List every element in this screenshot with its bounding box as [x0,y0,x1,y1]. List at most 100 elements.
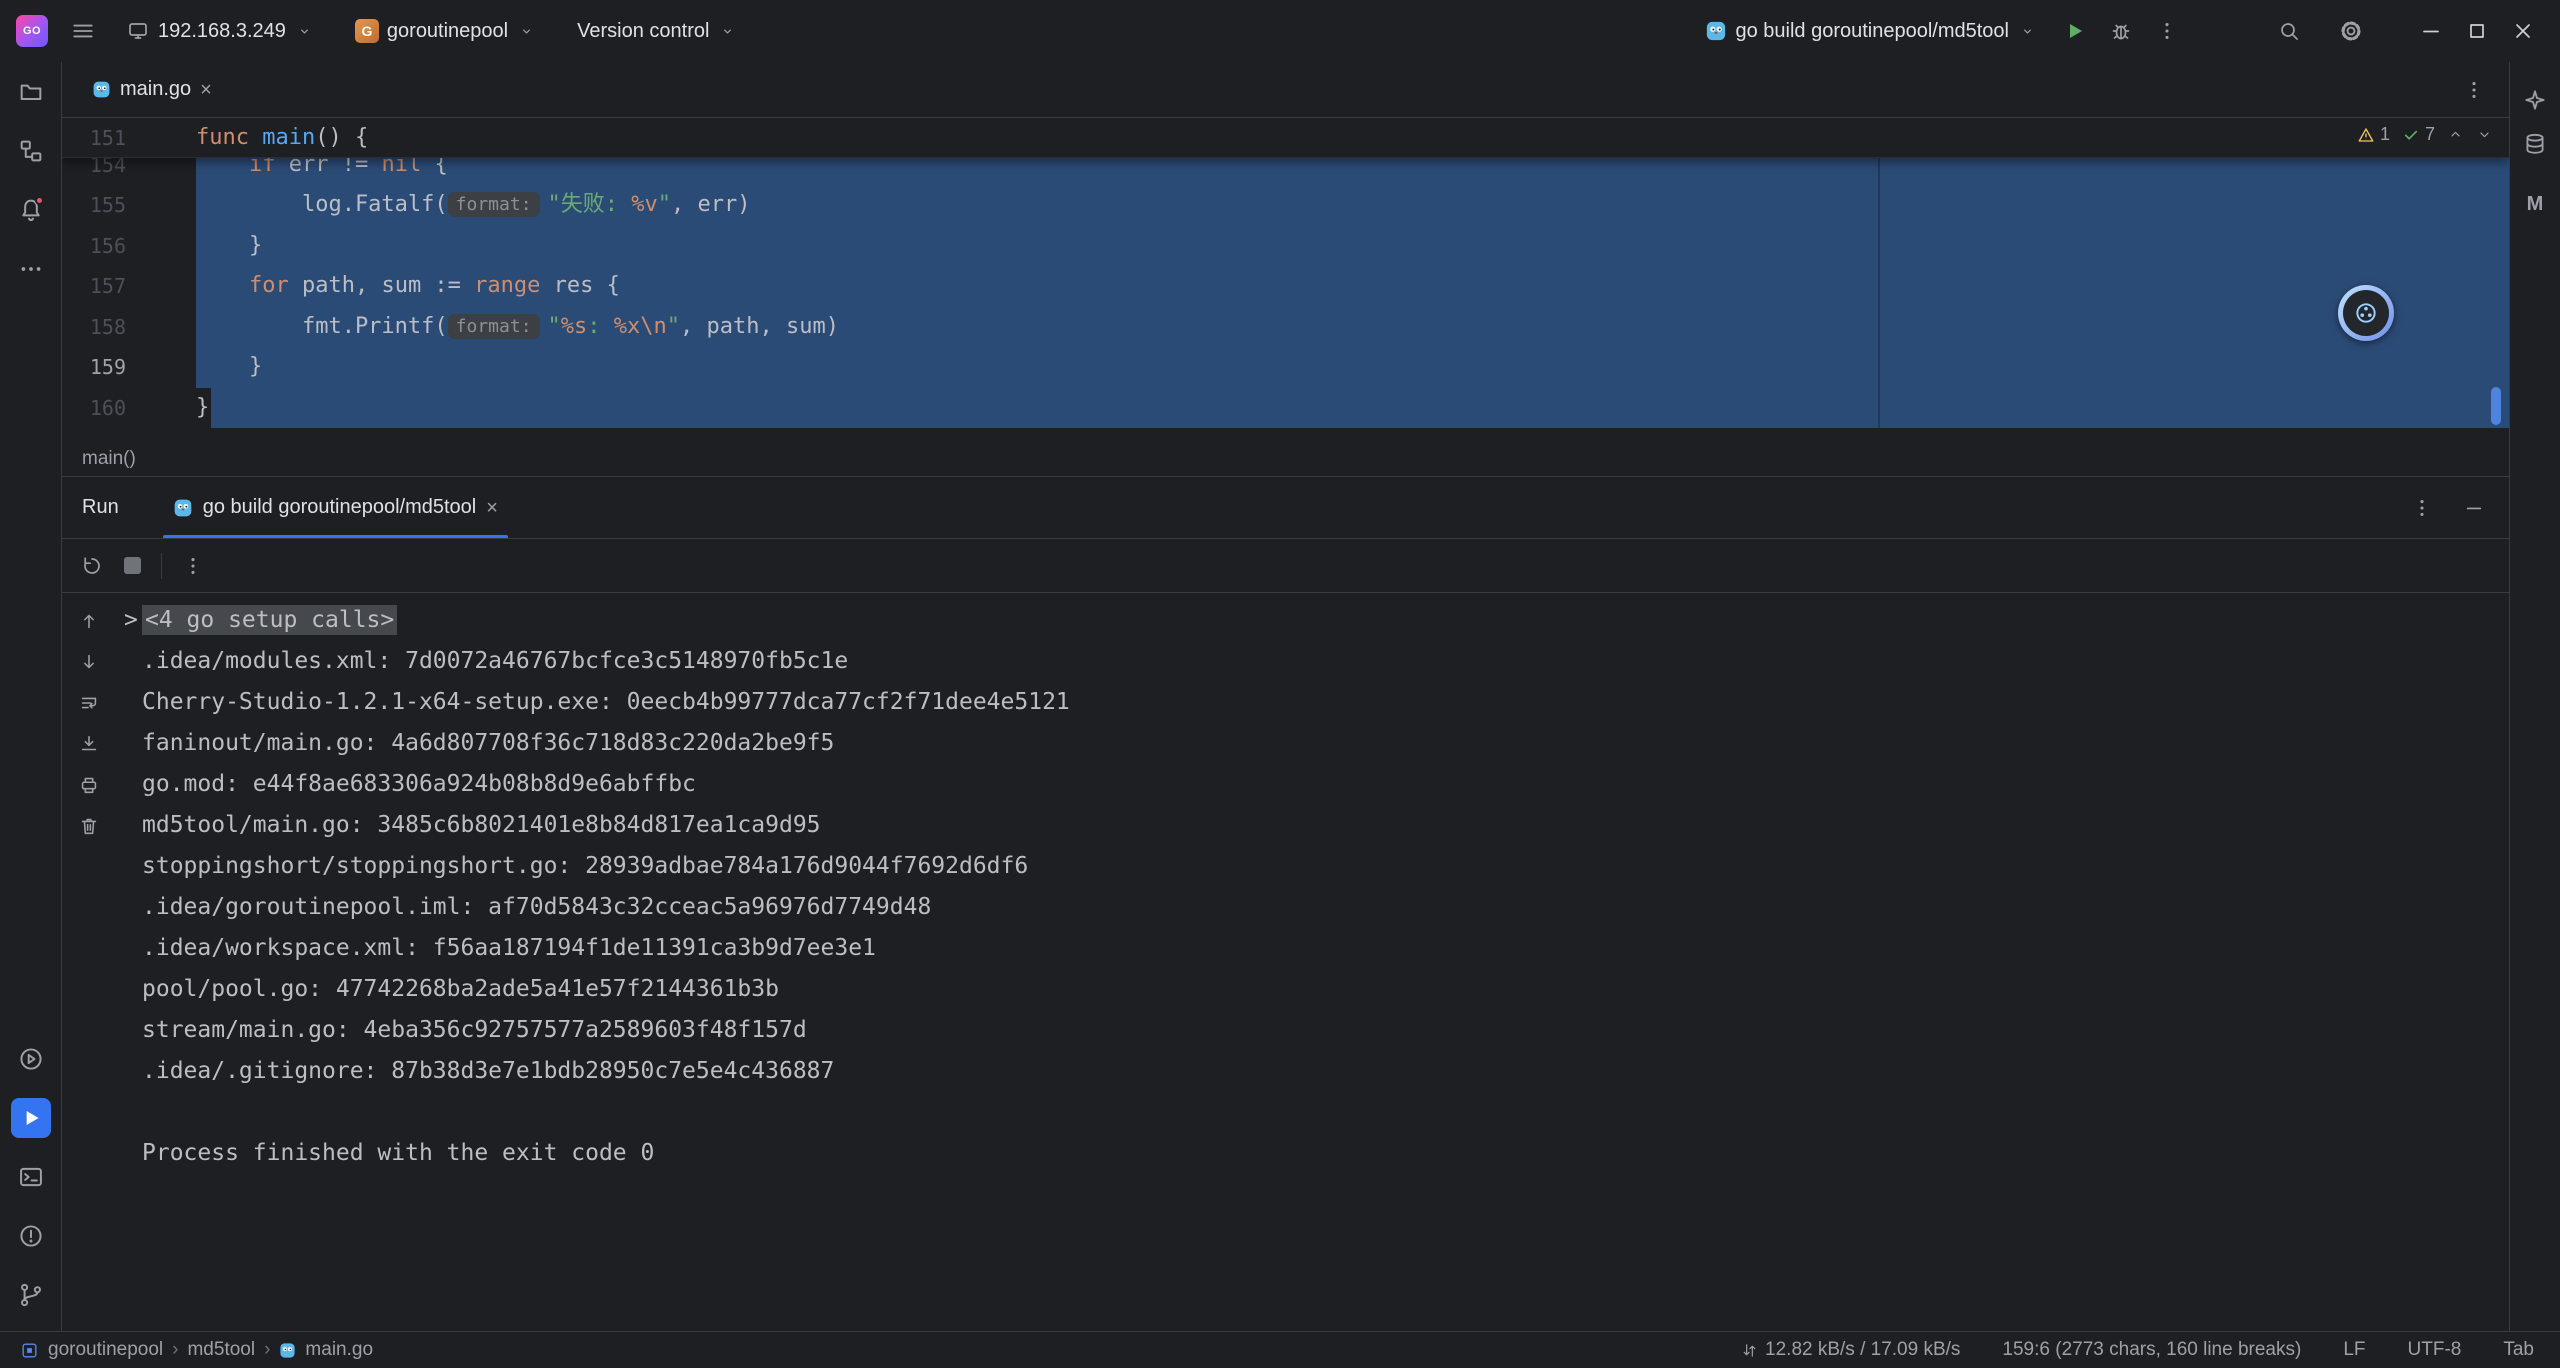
console-line [142,1092,2509,1133]
close-window-button[interactable] [2500,11,2546,51]
minimize-window-button[interactable] [2408,11,2454,51]
code-line-160[interactable]: 160} [62,388,2509,429]
remote-host-button[interactable]: 192.168.3.249 [116,11,323,51]
more-tool-windows-button[interactable] [11,249,51,289]
project-status-icon [20,1341,39,1360]
status-breadcrumb-file[interactable]: main.go [305,1339,373,1361]
scroll-to-end-button[interactable] [69,723,109,764]
line-number[interactable]: 155 [62,185,196,226]
console-more-icon[interactable] [182,555,204,577]
editor-tab-main-go[interactable]: main.go × [80,62,224,117]
more-actions-button[interactable] [2144,11,2190,51]
console-output[interactable]: > <4 go setup calls>.idea/modules.xml: 7… [115,593,2509,1331]
close-run-tab-icon[interactable]: × [486,498,498,518]
main-menu-button[interactable] [60,11,106,51]
version-control-button[interactable]: Version control [567,11,746,51]
editor-scrollbar-thumb[interactable] [2491,387,2501,425]
console-area: > <4 go setup calls>.idea/modules.xml: 7… [62,593,2509,1331]
code-line-159[interactable]: 159 } [62,347,2509,388]
status-bar: goroutinepool › md5tool › main.go 12.82 … [0,1331,2560,1368]
scroll-up-button[interactable] [69,600,109,641]
database-icon [2522,131,2548,157]
sticky-line[interactable]: 151 func main() { [62,118,2509,158]
close-tab-icon[interactable]: × [200,80,212,100]
status-breadcrumb-dir[interactable]: md5tool [187,1339,255,1361]
line-number[interactable]: 157 [62,266,196,307]
run-tool-button[interactable] [11,1098,51,1138]
scroll-to-end-icon [78,733,100,755]
m-tool-button[interactable]: M [2517,186,2553,222]
clear-console-button[interactable] [69,805,109,846]
rerun-icon[interactable] [80,554,104,578]
run-panel-options-icon[interactable] [2411,497,2433,519]
caret-position-widget[interactable]: 159:6 (2773 chars, 160 line breaks) [2002,1339,2301,1361]
encoding-widget[interactable]: UTF-8 [2408,1339,2462,1361]
stop-icon[interactable] [124,557,141,574]
inspections-widget[interactable]: 1 7 [2357,124,2493,145]
git-tool-button[interactable] [11,1275,51,1315]
run-configuration-label: go build goroutinepool/md5tool [1735,20,2009,43]
line-number[interactable]: 156 [62,226,196,267]
warning-icon [2357,126,2375,144]
remote-host-label: 192.168.3.249 [158,20,286,43]
next-problem-icon[interactable] [2476,126,2493,143]
gear-icon [2338,18,2364,44]
tab-options-icon[interactable] [2463,79,2485,101]
warnings-indicator[interactable]: 1 [2357,124,2390,145]
soft-wrap-button[interactable] [69,682,109,723]
passed-count: 7 [2425,124,2435,145]
line-number[interactable]: 158 [62,307,196,348]
line-ending-widget[interactable]: LF [2343,1339,2365,1361]
console-line: .idea/workspace.xml: f56aa187194f1de1139… [142,928,2509,969]
run-button[interactable] [2052,11,2098,51]
code-line-155[interactable]: 155 log.Fatalf(format:"失败: %v", err) [62,185,2509,226]
sticky-code: func main() { [196,118,2509,158]
code-text: } [196,347,2509,388]
project-widget-button[interactable]: G goroutinepool [345,11,545,51]
structure-tool-button[interactable] [11,131,51,171]
code-text: } [196,226,2509,267]
maximize-window-button[interactable] [2454,11,2500,51]
code-line-156[interactable]: 156 } [62,226,2509,267]
chevron-down-icon [2019,23,2036,40]
notifications-button[interactable] [11,190,51,230]
notification-badge [35,196,44,205]
line-number[interactable]: 160 [62,388,196,429]
transfer-speed-widget[interactable]: 12.82 kB/s / 17.09 kB/s [1741,1339,1960,1361]
hide-panel-icon[interactable] [2463,497,2485,519]
ai-assistant-button[interactable] [2517,82,2553,118]
code-line-157[interactable]: 157 for path, sum := range res { [62,266,2509,307]
code-editor[interactable]: 154 if err != nil {155 log.Fatalf(format… [62,118,2509,441]
line-number[interactable]: 159 [62,347,196,388]
code-line-158[interactable]: 158 fmt.Printf(format:"%s: %x\n", path, … [62,307,2509,348]
code-text: fmt.Printf(format:"%s: %x\n", path, sum) [196,307,2509,348]
run-tab[interactable]: go build goroutinepool/md5tool × [163,477,508,538]
indent-widget[interactable]: Tab [2503,1339,2534,1361]
soft-wrap-icon [78,692,100,714]
settings-button[interactable] [2328,11,2374,51]
project-tool-button[interactable] [11,72,51,112]
database-tool-button[interactable] [2517,126,2553,162]
run-configuration-button[interactable]: go build goroutinepool/md5tool [1695,11,2046,51]
close-icon [2511,19,2535,43]
services-tool-button[interactable] [11,1039,51,1079]
minimize-icon [2419,19,2443,43]
print-button[interactable] [69,764,109,805]
hamburger-icon [70,18,96,44]
passed-indicator[interactable]: 7 [2402,124,2435,145]
breadcrumb[interactable]: main() [82,448,136,470]
project-icon: G [355,19,379,43]
prev-problem-icon[interactable] [2447,126,2464,143]
line-number: 151 [62,118,196,158]
problems-icon [17,1222,45,1250]
check-icon [2402,126,2420,144]
status-breadcrumb-project[interactable]: goroutinepool [48,1339,163,1361]
run-panel-title: Run [82,496,119,519]
floating-assistant-badge[interactable] [2338,285,2394,341]
console-line: .idea/.gitignore: 87b38d3e7e1bdb28950c7e… [142,1051,2509,1092]
scroll-down-button[interactable] [69,641,109,682]
problems-tool-button[interactable] [11,1216,51,1256]
debug-button[interactable] [2098,11,2144,51]
search-everywhere-button[interactable] [2266,11,2312,51]
terminal-tool-button[interactable] [11,1157,51,1197]
